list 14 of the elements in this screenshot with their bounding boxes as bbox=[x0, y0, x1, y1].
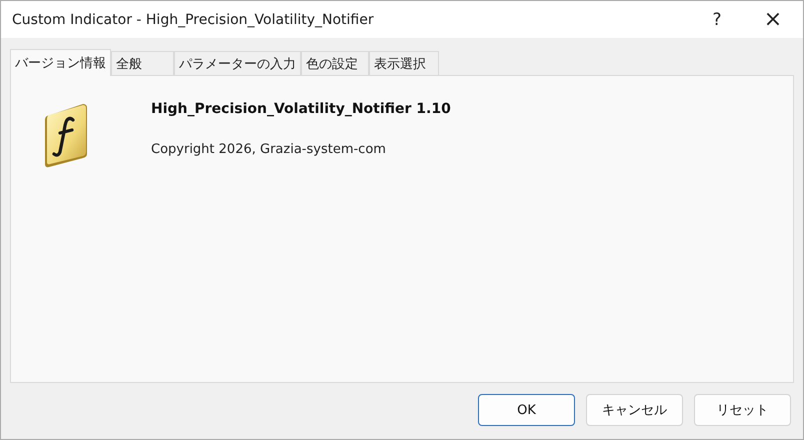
indicator-name: High_Precision_Volatility_Notifier 1.10 bbox=[151, 101, 451, 117]
function-icon bbox=[43, 102, 89, 168]
tab[interactable]: 色の設定 bbox=[301, 51, 369, 75]
tab[interactable]: バージョン情報 bbox=[10, 49, 111, 76]
tab[interactable]: 表示選択 bbox=[369, 51, 439, 75]
help-button[interactable]: ? bbox=[691, 1, 743, 38]
close-button[interactable]: × bbox=[743, 1, 803, 38]
dialog-button[interactable]: キャンセル bbox=[586, 394, 683, 426]
tab[interactable]: パラメーターの入力 bbox=[174, 51, 301, 75]
tab[interactable]: 全般 bbox=[111, 51, 174, 75]
ok-button[interactable]: OK bbox=[478, 394, 575, 426]
dialog-button[interactable]: リセット bbox=[694, 394, 791, 426]
copyright-text: Copyright 2026, Grazia-system-com bbox=[151, 142, 387, 157]
window-title: Custom Indicator - High_Precision_Volatility_Notifier bbox=[12, 12, 375, 28]
